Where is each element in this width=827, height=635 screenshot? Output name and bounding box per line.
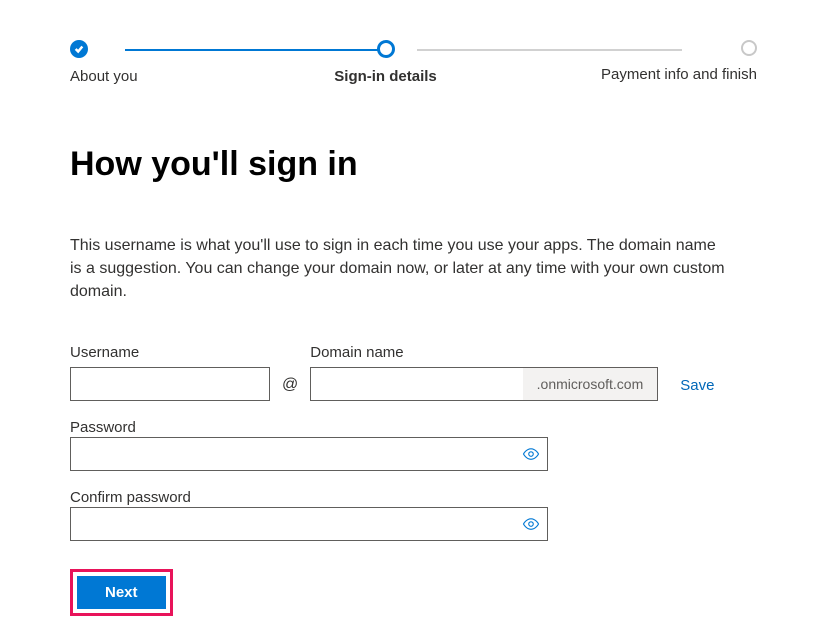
confirm-password-field-group: Confirm password — [70, 489, 757, 541]
confirm-password-input-wrap — [70, 507, 548, 541]
step-label: About you — [70, 68, 138, 85]
page-description: This username is what you'll use to sign… — [70, 234, 730, 304]
domain-input-wrap: .onmicrosoft.com — [310, 367, 658, 401]
next-button-highlight: Next — [70, 569, 173, 616]
username-input[interactable] — [70, 367, 270, 401]
username-domain-row: Username @ Domain name .onmicrosoft.com … — [70, 344, 757, 401]
circle-current-icon — [377, 40, 395, 58]
page-title: How you'll sign in — [70, 145, 757, 184]
confirm-password-input[interactable] — [70, 507, 548, 541]
next-button[interactable]: Next — [77, 576, 166, 609]
domain-suffix: .onmicrosoft.com — [523, 368, 658, 400]
eye-icon[interactable] — [522, 515, 540, 533]
domain-label: Domain name — [310, 344, 658, 361]
username-field-group: Username — [70, 344, 270, 401]
password-input[interactable] — [70, 437, 548, 471]
check-icon — [70, 40, 88, 58]
at-symbol: @ — [282, 376, 298, 401]
step-label: Payment info and finish — [601, 66, 757, 83]
username-label: Username — [70, 344, 270, 361]
eye-icon[interactable] — [522, 445, 540, 463]
step-label: Sign-in details — [334, 68, 437, 85]
password-label: Password — [70, 419, 136, 436]
save-link[interactable]: Save — [680, 377, 714, 401]
step-payment-info: Payment info and finish — [601, 40, 757, 83]
confirm-password-label: Confirm password — [70, 489, 191, 506]
password-field-group: Password — [70, 419, 757, 471]
domain-field-group: Domain name .onmicrosoft.com — [310, 344, 658, 401]
domain-input[interactable] — [311, 368, 522, 400]
progress-stepper: About you Sign-in details Payment info a… — [70, 40, 757, 85]
step-about-you: About you — [70, 40, 170, 85]
step-signin-details: Sign-in details — [334, 40, 437, 85]
password-input-wrap — [70, 437, 548, 471]
circle-upcoming-icon — [741, 40, 757, 56]
